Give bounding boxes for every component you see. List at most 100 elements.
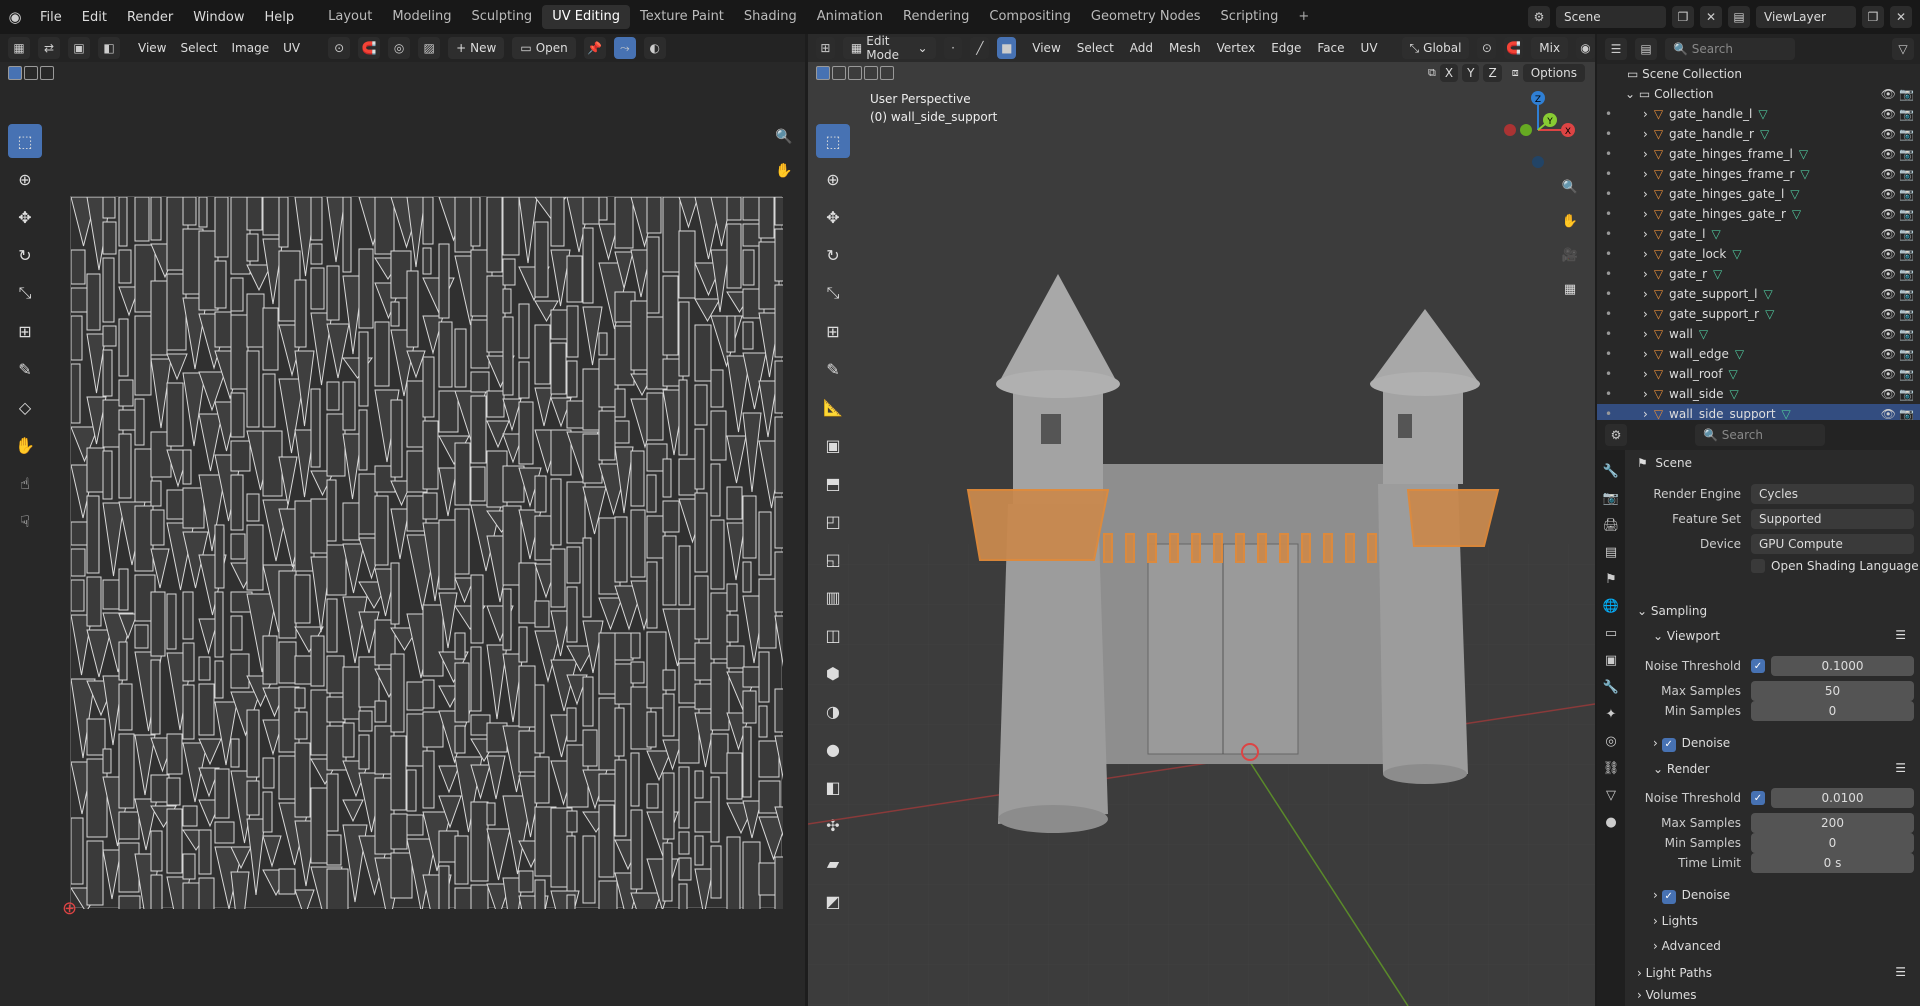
uv-island[interactable] [390, 508, 410, 560]
chevron-right-icon[interactable]: › [1643, 347, 1648, 361]
uv-island[interactable] [614, 420, 630, 444]
proportional-dropdown[interactable]: Mix [1531, 37, 1569, 59]
editor-type-icon[interactable]: ⚙ [1605, 424, 1627, 446]
uv-island[interactable] [230, 277, 244, 312]
uv-island[interactable] [390, 852, 413, 899]
uv-island[interactable] [518, 196, 538, 264]
workspace-tab-compositing[interactable]: Compositing [979, 5, 1081, 29]
uv-island[interactable] [150, 774, 170, 803]
uv-island[interactable] [150, 480, 162, 507]
delete-viewlayer-icon[interactable]: ✕ [1890, 6, 1912, 28]
uv-island[interactable] [86, 273, 101, 331]
uv-island[interactable] [678, 545, 691, 606]
view-layer-tab-icon[interactable]: ▤ [1605, 545, 1617, 560]
uv-island[interactable] [774, 496, 794, 549]
render-icon[interactable]: 📷 [1899, 207, 1914, 221]
uv-island[interactable] [726, 522, 746, 581]
uv-island[interactable] [630, 661, 645, 684]
output-tab-icon[interactable]: 🖨 [1603, 518, 1620, 533]
editor-type-icon[interactable]: ▦ [8, 37, 30, 59]
uv-island[interactable] [102, 450, 113, 500]
uv-island[interactable] [694, 835, 704, 866]
uv-island[interactable] [550, 196, 565, 247]
uv-island[interactable] [726, 645, 745, 669]
uv-island[interactable] [470, 319, 490, 369]
uv-island[interactable] [646, 392, 664, 441]
uv-island[interactable] [710, 733, 729, 774]
visibility-icon[interactable]: 👁 [1881, 287, 1896, 301]
menu-window[interactable]: Window [183, 10, 254, 25]
uv-island[interactable] [118, 811, 140, 840]
uv-island[interactable] [694, 492, 708, 573]
uv-island[interactable] [118, 842, 140, 893]
vp-noise-field[interactable]: 0.1000 [1771, 656, 1914, 676]
uv-island[interactable] [326, 834, 342, 866]
uv-island[interactable] [342, 381, 356, 431]
uv-island[interactable] [246, 233, 259, 262]
uv-island[interactable] [502, 316, 514, 396]
scene-icon[interactable]: ⚙ [1528, 6, 1550, 28]
uv-island[interactable] [278, 196, 289, 248]
delete-scene-icon[interactable]: ✕ [1700, 6, 1722, 28]
vp-min-field[interactable]: 0 [1751, 701, 1914, 721]
outliner-item[interactable]: • › ▽ gate_hinges_gate_l ▽ 👁 📷 [1597, 184, 1920, 204]
uv-island[interactable] [694, 770, 704, 799]
uv-island[interactable] [150, 280, 168, 356]
uv-island[interactable] [150, 874, 163, 925]
vp-noise-checkbox[interactable]: ✓ [1751, 659, 1765, 673]
uv-island[interactable] [86, 576, 102, 627]
uv-island[interactable] [694, 324, 712, 382]
mesh-data-icon[interactable]: ▽ [1735, 347, 1744, 361]
uv-island[interactable] [662, 196, 681, 273]
uv-island[interactable] [326, 598, 338, 653]
uv-island[interactable] [278, 868, 296, 895]
uv-island[interactable] [470, 371, 490, 393]
grab-tool-icon[interactable]: ✋ [8, 428, 42, 462]
uv-island[interactable] [518, 626, 528, 663]
uv-island[interactable] [614, 516, 628, 583]
pinch-tool-icon[interactable]: ☟ [8, 504, 42, 538]
advanced-panel-header[interactable]: › Advanced [1653, 939, 1721, 953]
uv-island[interactable] [150, 591, 166, 657]
uv-island[interactable] [326, 413, 346, 477]
uv-island[interactable] [86, 447, 105, 493]
render-icon[interactable]: 📷 [1899, 327, 1914, 341]
visibility-icon[interactable]: 👁 [1881, 167, 1896, 181]
mesh-data-icon[interactable]: ▽ [1792, 207, 1801, 221]
workspace-tab-sculpting[interactable]: Sculpting [461, 5, 542, 29]
uv-island[interactable] [294, 742, 311, 818]
uv-island[interactable] [662, 842, 673, 902]
select-subtract-icon[interactable] [40, 66, 54, 80]
chevron-right-icon[interactable]: › [1643, 387, 1648, 401]
uv-island[interactable] [534, 879, 546, 922]
uv-island[interactable] [630, 300, 648, 371]
add-workspace-button[interactable]: + [1288, 5, 1319, 29]
uv-island[interactable] [262, 307, 279, 371]
uv-island[interactable] [358, 331, 369, 407]
uv-island[interactable] [438, 519, 456, 590]
uv-island[interactable] [230, 392, 245, 438]
uv-island[interactable] [726, 315, 736, 353]
uv-island[interactable] [486, 275, 506, 353]
mesh-data-icon[interactable]: ▽ [1711, 227, 1720, 241]
uv-island[interactable] [118, 895, 141, 944]
uv-island[interactable] [518, 870, 534, 893]
uv-island[interactable] [486, 828, 511, 881]
mesh-data-icon[interactable]: ▽ [1790, 187, 1799, 201]
uv-island[interactable] [742, 690, 757, 724]
uv-island[interactable] [70, 579, 85, 612]
uv-island[interactable] [454, 196, 474, 253]
select-box-icon[interactable] [8, 66, 22, 80]
uv-island[interactable] [566, 360, 578, 398]
uv-island[interactable] [182, 591, 194, 640]
uv-island[interactable] [502, 588, 512, 651]
uv-island[interactable] [326, 381, 340, 411]
uv-island[interactable] [166, 733, 183, 775]
uv-island[interactable] [390, 562, 400, 625]
uv-island[interactable] [678, 458, 698, 496]
uv-canvas[interactable] [70, 196, 802, 968]
uv-island[interactable] [246, 196, 263, 231]
menu-edit[interactable]: Edit [72, 10, 117, 25]
r-max-field[interactable]: 200 [1751, 813, 1914, 833]
uv-island[interactable] [566, 586, 578, 643]
